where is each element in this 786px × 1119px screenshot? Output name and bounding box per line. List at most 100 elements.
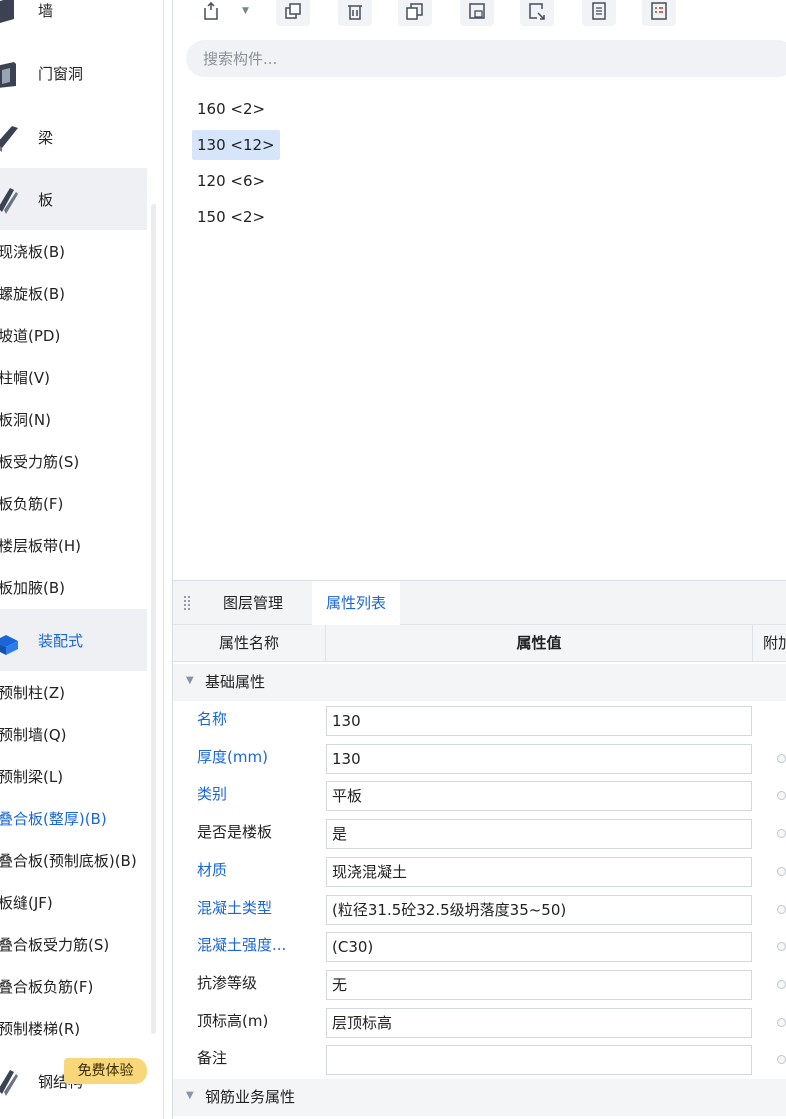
- category-door-window[interactable]: 门窗洞: [0, 42, 147, 104]
- tab-layer-management[interactable]: 图层管理: [209, 581, 297, 625]
- property-extra-checkbox[interactable]: [777, 866, 786, 876]
- export-button[interactable]: [520, 0, 554, 26]
- property-name[interactable]: 混凝土强度...: [197, 927, 327, 965]
- steel-structure-icon: [0, 1070, 18, 1096]
- component-item-150[interactable]: 150 <2>: [192, 202, 270, 232]
- category-label: 梁: [38, 128, 54, 147]
- category-slab[interactable]: 板: [0, 168, 147, 230]
- property-row: 备注: [173, 1040, 786, 1078]
- sidebar-item-composite-negative-rebar[interactable]: 叠合板负筋(F): [0, 972, 148, 1002]
- property-value-field[interactable]: 层顶标高: [326, 1007, 752, 1038]
- sidebar-item-prefab-column[interactable]: 预制柱(Z): [0, 678, 148, 708]
- property-extra-checkbox[interactable]: [777, 979, 786, 989]
- category-label: 板: [38, 190, 54, 209]
- column-separator: [752, 625, 753, 662]
- property-row: 顶标高(m) 层顶标高: [173, 1003, 786, 1041]
- panel-tabs: 图层管理 属性列表: [173, 581, 786, 625]
- sidebar-item-cast-slab[interactable]: 现浇板(B): [0, 237, 148, 267]
- search-input[interactable]: [186, 40, 786, 77]
- component-item-130[interactable]: 130 <12>: [192, 130, 280, 160]
- property-name: 抗渗等级: [197, 973, 258, 992]
- sidebar-item-prefab-stair[interactable]: 预制楼梯(R): [0, 1014, 148, 1044]
- property-value-field[interactable]: (C30): [326, 932, 752, 963]
- property-row: 是否是楼板 是: [173, 814, 786, 852]
- free-trial-badge[interactable]: 免费体验: [64, 1058, 147, 1084]
- sidebar-item-composite-slab-precast[interactable]: 叠合板(预制底板)(B): [0, 846, 148, 876]
- sidebar-item-floor-slab-strip[interactable]: 楼层板带(H): [0, 531, 148, 561]
- property-extra-checkbox[interactable]: [777, 942, 786, 952]
- prefab-icon: [0, 635, 18, 655]
- property-value-field[interactable]: 现浇混凝土: [326, 856, 752, 887]
- property-extra-checkbox[interactable]: [777, 1055, 786, 1065]
- collapse-icon[interactable]: ▼: [186, 1090, 194, 1101]
- sidebar-item-slab-opening[interactable]: 板洞(N): [0, 405, 148, 435]
- duplicate-button[interactable]: [398, 0, 432, 26]
- sidebar-item-slab-main-rebar[interactable]: 板受力筋(S): [0, 447, 148, 477]
- property-value-field[interactable]: 是: [326, 819, 752, 850]
- group-label: 基础属性: [205, 673, 266, 691]
- component-item-120[interactable]: 120 <6>: [192, 166, 270, 196]
- group-basic-properties[interactable]: ▼ 基础属性: [173, 664, 786, 701]
- sidebar-item-composite-main-rebar[interactable]: 叠合板受力筋(S): [0, 930, 148, 960]
- property-value-field[interactable]: 130: [326, 743, 752, 774]
- sidebar-scrollbar[interactable]: [151, 204, 156, 1034]
- component-item-160[interactable]: 160 <2>: [192, 94, 270, 124]
- export-icon: [529, 3, 545, 20]
- property-extra-checkbox[interactable]: [777, 753, 786, 763]
- duplicate-icon: [406, 3, 423, 20]
- property-extra-checkbox[interactable]: [777, 1017, 786, 1027]
- property-value-field[interactable]: 平板: [326, 781, 752, 812]
- collapse-icon[interactable]: ▼: [186, 675, 194, 686]
- property-value-field[interactable]: 130: [326, 706, 752, 736]
- copy-icon: [285, 3, 301, 19]
- category-label: 装配式: [38, 631, 84, 650]
- new-icon: [204, 2, 218, 20]
- group-label: 钢筋业务属性: [205, 1088, 296, 1106]
- property-name[interactable]: 厚度(mm): [197, 739, 327, 777]
- panel-divider[interactable]: [172, 0, 173, 580]
- sidebar-item-prefab-beam[interactable]: 预制梁(L): [0, 762, 148, 792]
- save-button[interactable]: [460, 0, 494, 26]
- sidebar-item-slab-haunch[interactable]: 板加腋(B): [0, 573, 148, 603]
- category-label: 门窗洞: [38, 64, 84, 83]
- property-row: 名称 130: [173, 701, 786, 739]
- list-button[interactable]: [642, 0, 676, 26]
- group-rebar-properties[interactable]: ▼ 钢筋业务属性: [173, 1079, 786, 1116]
- delete-button[interactable]: [338, 0, 372, 26]
- list-icon: [651, 2, 667, 20]
- sidebar-item-slab-joint[interactable]: 板缝(JF): [0, 888, 148, 918]
- property-name[interactable]: 材质: [197, 852, 327, 890]
- property-value-field[interactable]: (粒径31.5砼32.5级坍落度35~50): [326, 894, 752, 925]
- property-name[interactable]: 类别: [197, 776, 327, 814]
- property-name[interactable]: 名称: [197, 701, 327, 739]
- property-row: 混凝土强度... (C30): [173, 927, 786, 965]
- tab-property-list[interactable]: 属性列表: [312, 581, 401, 625]
- sidebar-item-prefab-wall[interactable]: 预制墙(Q): [0, 720, 148, 750]
- property-extra-checkbox[interactable]: [777, 829, 786, 839]
- category-wall[interactable]: 墙: [0, 0, 147, 41]
- document-button[interactable]: [582, 0, 616, 26]
- sidebar-item-ramp[interactable]: 坡道(PD): [0, 321, 148, 351]
- property-row: 材质 现浇混凝土: [173, 852, 786, 890]
- sidebar-item-composite-slab-full[interactable]: 叠合板(整厚)(B): [0, 804, 148, 834]
- sidebar-item-spiral-slab[interactable]: 螺旋板(B): [0, 279, 148, 309]
- category-beam[interactable]: 梁: [0, 106, 147, 168]
- beam-icon: [0, 126, 18, 152]
- sidebar-item-slab-negative-rebar[interactable]: 板负筋(F): [0, 489, 148, 519]
- category-prefab[interactable]: 装配式: [0, 609, 147, 671]
- property-extra-checkbox[interactable]: [777, 791, 786, 801]
- properties-panel: 图层管理 属性列表 属性名称 属性值 附加 ▼ 基础属性 名称 130 厚度(mm)…: [172, 580, 786, 1119]
- property-extra-checkbox[interactable]: [777, 904, 786, 914]
- category-label: 墙: [38, 1, 54, 20]
- property-value-field[interactable]: 无: [326, 969, 752, 1000]
- property-name[interactable]: 混凝土类型: [197, 890, 327, 928]
- new-button[interactable]: [194, 0, 228, 26]
- save-icon: [469, 3, 485, 19]
- copy-button[interactable]: [276, 0, 310, 26]
- chevron-down-icon[interactable]: ▼: [242, 6, 249, 16]
- sidebar-item-column-cap[interactable]: 柱帽(V): [0, 363, 148, 393]
- drag-handle-icon[interactable]: [183, 595, 191, 611]
- component-sidebar: 墙 门窗洞 梁 板 现浇板(B) 螺旋板(B) 坡道(PD) 柱帽(V) 板洞(…: [0, 0, 164, 1119]
- property-row: 抗渗等级 无: [173, 965, 786, 1003]
- property-value-field[interactable]: [326, 1045, 752, 1076]
